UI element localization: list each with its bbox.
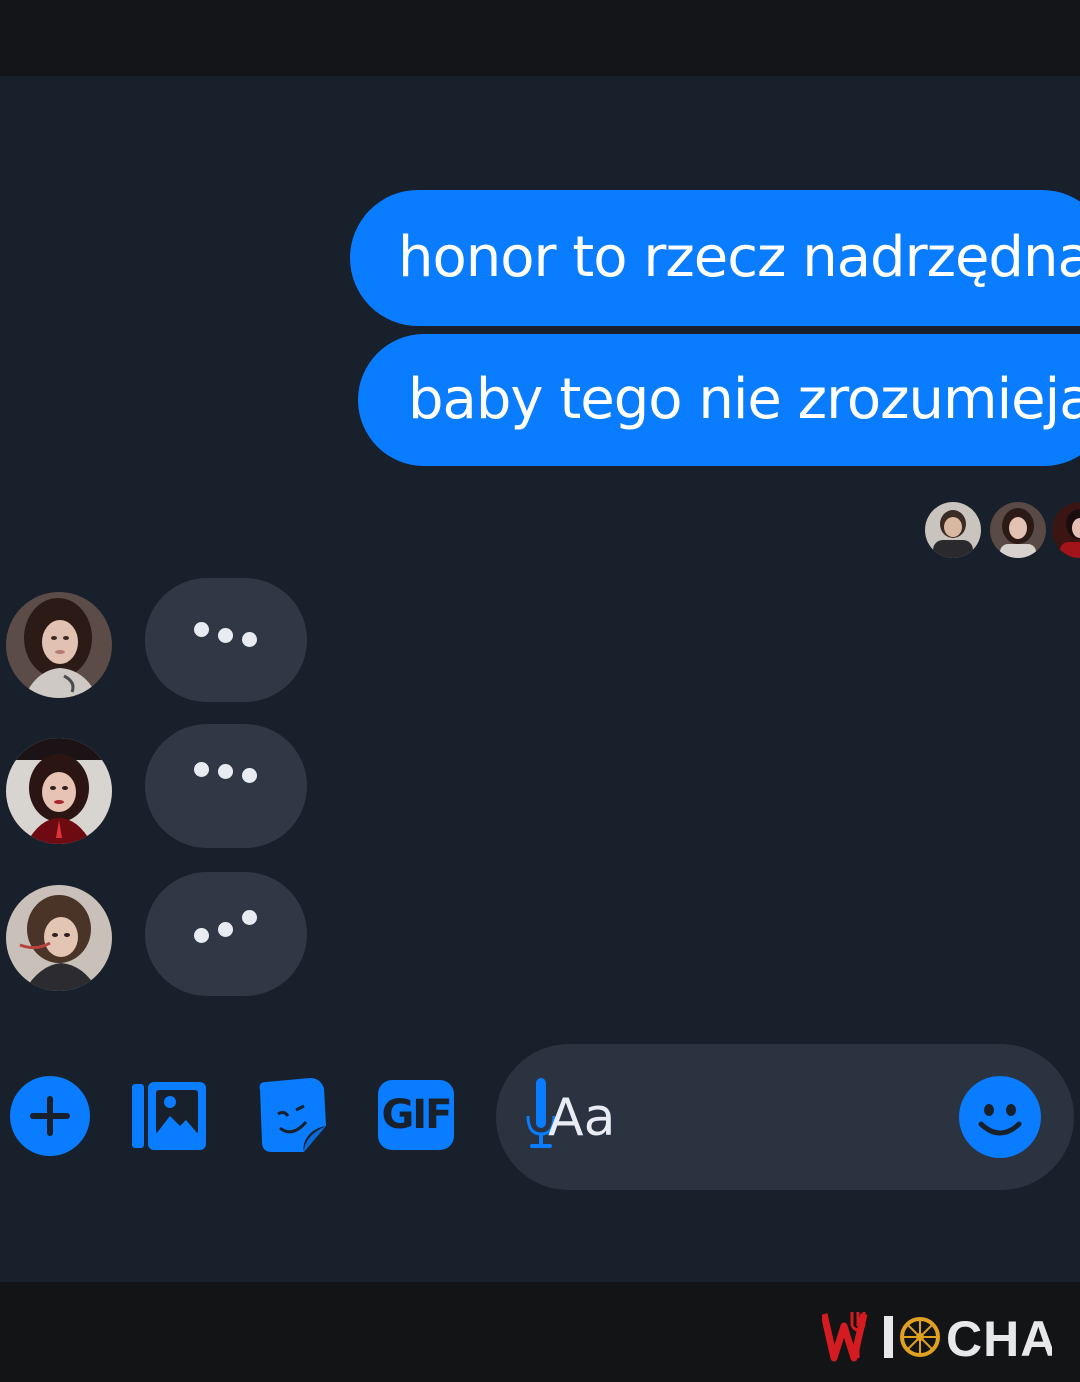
gallery-icon[interactable] (130, 1078, 210, 1154)
watermark-text-visual: CHA (946, 1311, 1052, 1364)
seen-by-avatar[interactable] (923, 500, 983, 560)
typing-dot (242, 910, 257, 925)
outgoing-message[interactable]: honor to rzecz nadrzędna (350, 190, 1080, 326)
gif-icon[interactable]: GIF (378, 1080, 454, 1150)
message-text: baby tego nie zrozumieją (408, 367, 1080, 432)
participant-2-avatar[interactable] (6, 738, 112, 844)
typing-dot (194, 762, 209, 777)
gif-label: GIF (381, 1092, 452, 1138)
message-input-placeholder: Aa (548, 1088, 616, 1148)
typing-dot (218, 764, 233, 779)
outgoing-message[interactable]: baby tego nie zrozumieją (358, 334, 1080, 466)
typing-indicator (145, 724, 307, 848)
typing-dot (242, 768, 257, 783)
participant-3-avatar[interactable] (6, 885, 112, 991)
typing-indicator (145, 578, 307, 702)
sticker-icon[interactable] (254, 1076, 328, 1154)
typing-dot (194, 928, 209, 943)
typing-dot (218, 628, 233, 643)
message-text: honor to rzecz nadrzędna (398, 225, 1080, 290)
watermark-logo: CHA (822, 1308, 1052, 1364)
plus-icon[interactable] (10, 1076, 90, 1156)
seen-by-avatar[interactable] (988, 500, 1048, 560)
emoji-icon[interactable] (959, 1076, 1041, 1158)
typing-dot (194, 622, 209, 637)
top-bar (0, 0, 1080, 76)
typing-dot (242, 632, 257, 647)
typing-dot (218, 922, 233, 937)
typing-indicator (145, 872, 307, 996)
wiocha-logo-icon: CHA (822, 1311, 1052, 1364)
participant-1-avatar[interactable] (6, 592, 112, 698)
